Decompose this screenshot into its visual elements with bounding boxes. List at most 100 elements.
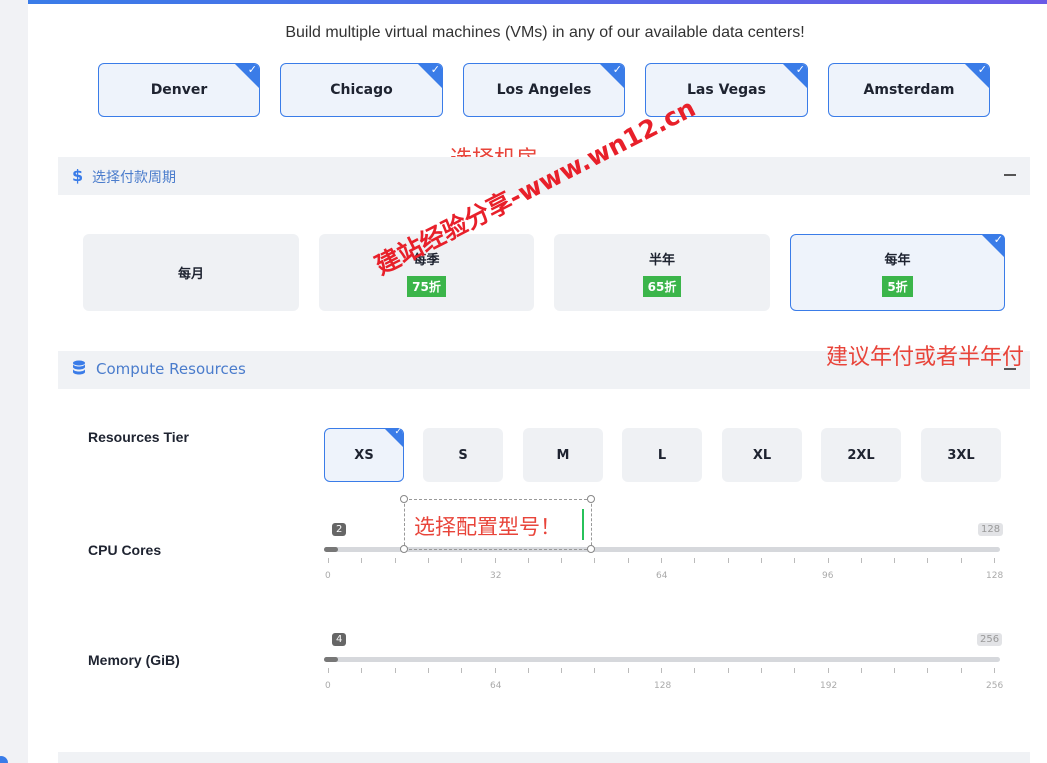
- billing-option-annual[interactable]: 每年 5折 ✓: [790, 233, 1005, 311]
- slider-tick: [927, 668, 929, 673]
- billing-option-semiannual[interactable]: 半年 65折: [554, 234, 770, 311]
- slider-tick: [527, 558, 529, 563]
- slider-tick: [328, 558, 329, 563]
- resources-tier-label: Resources Tier: [88, 429, 189, 445]
- intro-text: Build multiple virtual machines (VMs) in…: [285, 24, 805, 41]
- annotation-select-model: 选择配置型号！: [414, 515, 561, 539]
- slider-tick: [461, 668, 463, 673]
- slider-tick: [627, 668, 629, 673]
- slider-tick: [627, 558, 629, 563]
- resize-handle[interactable]: [400, 545, 408, 553]
- cpu-tick-label: 96: [822, 571, 834, 581]
- text-caret: [582, 509, 584, 540]
- cpu-value-bubble: 2: [332, 523, 347, 536]
- memory-tick-label: 0: [325, 681, 331, 691]
- slider-tick: [328, 668, 329, 673]
- next-section-header[interactable]: [58, 752, 1030, 763]
- memory-slider[interactable]: [324, 657, 1000, 662]
- slider-tick: [661, 558, 662, 563]
- discount-badge: 5折: [882, 275, 913, 297]
- top-accent-bar: [28, 0, 1047, 4]
- check-icon: ✓: [993, 233, 1003, 246]
- tier-label: M: [556, 447, 570, 463]
- collapse-icon[interactable]: [1004, 174, 1016, 176]
- resize-handle[interactable]: [587, 545, 595, 553]
- slider-tick: [994, 668, 995, 673]
- memory-tick-label: 64: [490, 681, 502, 691]
- slider-tick: [994, 558, 995, 563]
- cpu-cores-label: CPU Cores: [88, 542, 162, 558]
- compute-section-title: Compute Resources: [96, 360, 246, 378]
- tier-m[interactable]: M: [523, 428, 603, 482]
- memory-slider-fill[interactable]: [324, 657, 338, 662]
- slider-tick: [494, 558, 496, 563]
- slider-tick: [694, 668, 696, 673]
- slider-tick: [794, 668, 796, 673]
- slider-tick: [860, 558, 862, 563]
- cpu-tick-label: 0: [325, 571, 331, 581]
- slider-tick: [661, 668, 662, 673]
- slider-tick: [594, 668, 596, 673]
- slider-tick: [527, 668, 529, 673]
- slider-tick: [760, 668, 762, 673]
- cpu-tick-label: 64: [656, 571, 668, 581]
- slider-tick: [894, 558, 896, 563]
- cpu-max-badge: 128: [978, 523, 1004, 536]
- resize-handle[interactable]: [400, 495, 408, 503]
- tier-2xl[interactable]: 2XL: [821, 428, 901, 482]
- tier-label: 3XL: [947, 447, 975, 463]
- tier-xs[interactable]: XS ✓: [324, 427, 404, 482]
- slider-tick: [960, 668, 962, 673]
- billing-option-monthly[interactable]: 每月: [83, 234, 299, 311]
- tier-3xl[interactable]: 3XL: [921, 428, 1001, 482]
- slider-tick: [427, 668, 429, 673]
- discount-badge: 75折: [407, 275, 446, 297]
- memory-max-badge: 256: [977, 633, 1003, 646]
- slider-tick: [827, 558, 829, 563]
- cpu-tick-label: 32: [490, 571, 502, 581]
- tier-label: L: [657, 447, 667, 463]
- billing-option-label: 半年: [648, 252, 675, 268]
- memory-value-bubble: 4: [332, 633, 347, 646]
- slider-tick: [727, 558, 729, 563]
- slider-tick: [960, 558, 962, 563]
- memory-tick-label: 192: [820, 681, 838, 691]
- slider-tick: [827, 668, 829, 673]
- memory-tick-label: 128: [654, 681, 672, 691]
- check-icon: ✓: [247, 63, 257, 76]
- slider-tick: [394, 558, 396, 563]
- memory-tick-label: 256: [986, 681, 1004, 691]
- slider-tick: [794, 558, 796, 563]
- check-icon: ✓: [394, 427, 402, 437]
- datacenter-card-amsterdam[interactable]: Amsterdam ✓: [828, 63, 990, 117]
- datacenter-card-chicago[interactable]: Chicago ✓: [280, 63, 443, 117]
- billing-section-title: 选择付款周期: [92, 170, 176, 186]
- left-rail: [0, 0, 28, 763]
- slider-tick: [860, 668, 862, 673]
- check-icon: ✓: [430, 63, 440, 76]
- slider-tick: [361, 668, 363, 673]
- slider-tick: [461, 558, 463, 563]
- tier-label: 2XL: [847, 447, 875, 463]
- slider-tick: [594, 558, 596, 563]
- resize-handle[interactable]: [587, 495, 595, 503]
- slider-tick: [927, 558, 929, 563]
- check-icon: ✓: [612, 63, 622, 76]
- datacenter-label: Denver: [150, 82, 208, 98]
- tier-label: XS: [354, 447, 374, 463]
- datacenter-label: Las Vegas: [687, 82, 766, 98]
- discount-badge: 65折: [642, 275, 682, 297]
- datacenter-label: Amsterdam: [863, 82, 955, 98]
- tier-xl[interactable]: XL: [722, 428, 802, 482]
- memory-label: Memory (GiB): [88, 652, 180, 668]
- slider-tick: [694, 558, 696, 563]
- tier-label: XL: [752, 447, 772, 463]
- database-icon: [72, 360, 86, 380]
- tier-s[interactable]: S: [423, 428, 503, 482]
- cpu-slider-fill[interactable]: [324, 547, 338, 552]
- datacenter-card-denver[interactable]: Denver ✓: [98, 63, 260, 117]
- tier-l[interactable]: L: [622, 428, 702, 482]
- slider-tick: [494, 668, 496, 673]
- slider-tick: [361, 558, 363, 563]
- datacenter-card-los-angeles[interactable]: Los Angeles ✓: [463, 63, 625, 117]
